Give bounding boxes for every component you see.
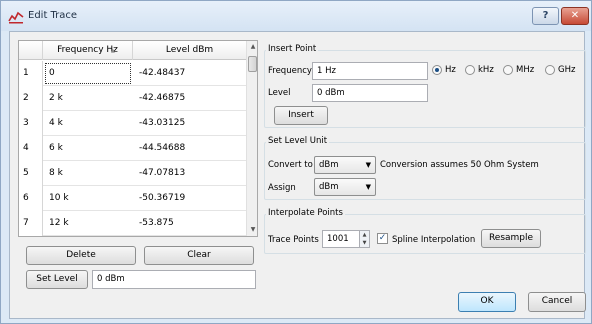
level-cell[interactable]: -47.07813 [133,161,247,186]
convert-to-label: Convert to [268,160,313,170]
level-cell[interactable]: -42.46875 [133,86,247,111]
row-header[interactable]: 5 [19,161,43,186]
level-cell[interactable]: -43.03125 [133,111,247,136]
row-header[interactable]: 2 [19,86,43,111]
set-level-unit-group [264,142,586,200]
ok-button[interactable]: OK [458,292,516,312]
cancel-button[interactable]: Cancel [528,292,586,312]
frequency-cell[interactable]: 8 k [43,161,133,186]
frequency-cell[interactable]: 2 k [43,86,133,111]
table-row[interactable]: 6 10 k -50.36719 [19,186,247,211]
spline-checkbox[interactable]: ✓ [377,233,388,244]
table-row[interactable]: 1 0 -42.48437 [19,61,247,86]
frequency-cell[interactable]: 6 k [43,136,133,161]
table-row[interactable]: 58 k -47.07813 [19,161,247,186]
table-row[interactable]: 34 k -43.03125 [19,111,247,136]
frequency-cell[interactable]: 12 k [43,211,133,236]
unit-label-khz: kHz [478,65,494,75]
row-header[interactable]: 7 [19,211,43,236]
table-row[interactable]: 22 k -42.46875 [19,86,247,111]
corner-header [19,41,43,60]
column-header-frequency[interactable]: ▲ Frequency Hz [43,41,133,60]
frequency-input[interactable]: 1 Hz [312,62,428,80]
unit-radio-ghz[interactable] [545,65,555,75]
row-header[interactable]: 4 [19,136,43,161]
unit-label-hz: Hz [445,65,456,75]
level-label: Level [268,88,291,98]
scroll-up-icon[interactable]: ▲ [247,41,257,53]
frequency-cell[interactable]: 10 k [43,186,133,211]
unit-radio-khz[interactable] [465,65,475,75]
assign-label: Assign [268,183,296,193]
unit-label-mhz: MHz [516,65,535,75]
set-level-button[interactable]: Set Level [26,270,88,289]
close-button[interactable]: ✕ [561,7,589,25]
scroll-thumb[interactable] [248,56,257,72]
row-header[interactable]: 3 [19,111,43,136]
spline-label: Spline Interpolation [392,235,476,245]
set-level-input[interactable]: 0 dBm [92,270,256,289]
unit-label-ghz: GHz [558,65,576,75]
row-header[interactable]: 1 [19,61,43,86]
help-button[interactable]: ? [532,7,559,25]
window-title: Edit Trace [28,10,78,21]
table-header: ▲ Frequency Hz Level dBm [19,41,247,60]
table-scrollbar[interactable]: ▲ ▼ [246,41,257,236]
level-cell[interactable]: -50.36719 [133,186,247,211]
clear-button[interactable]: Clear [144,246,254,265]
assign-select[interactable]: dBm ▼ [314,178,376,196]
unit-radio-hz[interactable] [432,65,442,75]
insert-button[interactable]: Insert [274,106,328,125]
conversion-note: Conversion assumes 50 Ohm System [380,160,539,170]
frequency-cell[interactable]: 4 k [43,111,133,136]
trace-points-label: Trace Points [268,235,319,245]
unit-radio-mhz[interactable] [503,65,513,75]
convert-to-select[interactable]: dBm ▼ [314,156,376,174]
dropdown-arrow-icon: ▼ [365,183,371,191]
trace-table[interactable]: ▲ Frequency Hz Level dBm 1 0 -42.48437 2 2 k-… [18,40,258,237]
level-input[interactable]: 0 dBm [312,84,428,102]
level-cell[interactable]: -42.48437 [133,61,247,86]
trace-app-icon [8,10,24,24]
frequency-label: Frequency [268,66,312,76]
table-row[interactable]: 7 12 k -53.875 [19,211,247,236]
title-bar[interactable]: Edit Trace ? ✕ [1,1,591,31]
trace-points-spinner[interactable]: ▲ ▼ [359,230,370,248]
level-cell[interactable]: -53.875 [133,211,247,236]
column-header-level[interactable]: Level dBm [133,41,247,60]
sort-indicator-icon: ▲ [111,48,115,54]
interpolate-points-title: Interpolate Points [266,208,345,218]
set-level-unit-title: Set Level Unit [266,136,330,146]
delete-button[interactable]: Delete [26,246,136,265]
dropdown-arrow-icon: ▼ [365,161,371,169]
frequency-cell[interactable]: 0 [43,61,133,86]
level-cell[interactable]: -44.54688 [133,136,247,161]
resample-button[interactable]: Resample [481,229,541,248]
insert-point-title: Insert Point [266,44,319,54]
scroll-down-icon[interactable]: ▼ [247,224,257,236]
row-header[interactable]: 6 [19,186,43,211]
table-row[interactable]: 46 k -44.54688 [19,136,247,161]
